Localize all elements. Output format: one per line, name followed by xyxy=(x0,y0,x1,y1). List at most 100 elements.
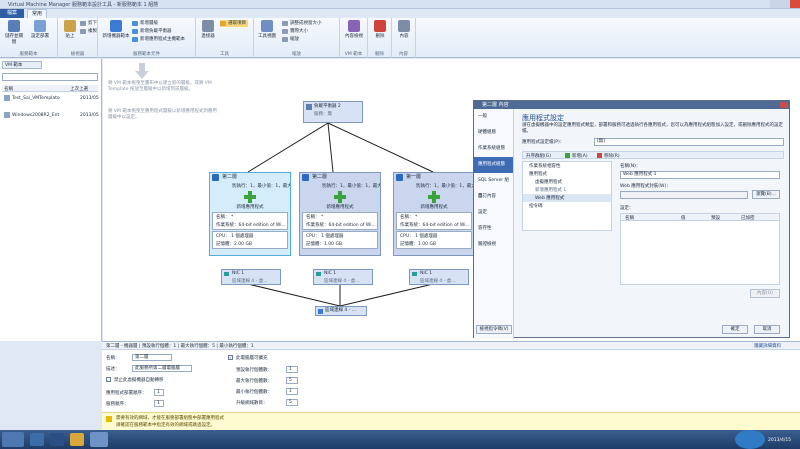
close-icon[interactable] xyxy=(790,0,800,8)
new-app-host-button[interactable]: 新增應用程式主機範本 xyxy=(132,36,185,43)
start-button[interactable] xyxy=(2,432,24,447)
nav-os[interactable]: 作業系統組態 xyxy=(474,141,513,157)
tier-node[interactable]: 第二層 別執行：1，最小值：1，最大值 新增應用程式 名稱： * 作業系統：64… xyxy=(209,172,291,256)
clock: 2013/4/15 xyxy=(768,438,792,443)
tier-node[interactable]: 第一層 別執行：1，最小值：1，最大值 新增應用程式 名稱： * 作業系統：64… xyxy=(393,172,475,256)
app-deploy-order-input[interactable]: 1 xyxy=(154,389,164,396)
hw-info: CPU： 1 個處理器 記憶體：1.00 GB xyxy=(396,231,472,249)
fit-window-button[interactable]: 調整成視窗大小 xyxy=(282,20,322,27)
zoom-dropdown[interactable]: 縮放 xyxy=(282,36,299,43)
dialog-close-icon[interactable] xyxy=(780,102,788,108)
tree-item[interactable]: 作業系統相容性 xyxy=(523,162,611,170)
nav-settings[interactable]: 設定 xyxy=(474,205,513,221)
dialog-title: 第二層 內容 xyxy=(474,101,789,109)
vm-props-button[interactable]: 內容檢視 xyxy=(344,20,364,48)
actual-size-button[interactable]: 實際大小 xyxy=(282,28,308,35)
powershell-icon[interactable] xyxy=(50,433,64,446)
nav-app[interactable]: 應用程式組態 xyxy=(474,157,513,173)
warning-bar: 需要有效的網域，才能在服務部署組態中部署應用程式 請確認在服務範本中指定有效的網… xyxy=(102,412,800,430)
explorer-icon[interactable] xyxy=(70,433,84,446)
minimize-icon[interactable] xyxy=(770,0,780,8)
group-properties: 內容 內容 xyxy=(392,18,416,58)
search-input[interactable] xyxy=(2,73,98,81)
upgrade-group-button[interactable]: 升序群組(G) xyxy=(526,153,551,159)
maximize-icon[interactable] xyxy=(780,0,790,8)
paste-icon xyxy=(64,20,76,32)
max-instances-input[interactable]: 5 xyxy=(286,377,298,384)
tree-item[interactable]: 虛擬應用程式 xyxy=(523,178,611,186)
tier-name-input[interactable]: 第二層 xyxy=(132,354,172,361)
cut-button[interactable]: 剪下 xyxy=(80,20,97,27)
nav-validation[interactable]: 驗證檢視 xyxy=(474,237,513,253)
min-instances-input[interactable]: 1 xyxy=(286,388,298,395)
hide-details-link[interactable]: 隱藏詳細資料 xyxy=(754,343,781,349)
group-vm: 內容檢視 VM 範本 xyxy=(340,18,368,58)
browse-button[interactable]: 瀏覽(B)... xyxy=(752,190,780,199)
brand-logo xyxy=(735,430,765,449)
tab-file[interactable]: 檔案 xyxy=(0,9,24,18)
add-app-icon[interactable] xyxy=(428,191,440,203)
ok-button[interactable]: 確定 xyxy=(722,325,748,334)
view-tools-button[interactable]: 工具視圖 xyxy=(256,20,278,48)
app-profile-select[interactable]: [無] xyxy=(594,138,784,146)
nic-node[interactable]: NIC 1 區域連線 4 - 虛... xyxy=(221,269,281,285)
nav-general[interactable]: 一般 xyxy=(474,109,513,125)
tree-item[interactable]: 指令碼 xyxy=(523,202,611,210)
tier-icon xyxy=(302,174,309,181)
properties-icon xyxy=(398,20,410,32)
nic-node[interactable]: NIC 1 區域連線 4 - 虛... xyxy=(409,269,469,285)
select-item-button[interactable]: 選取項目 xyxy=(220,20,248,27)
add-button[interactable]: 新增(A) xyxy=(572,153,588,159)
dialog-heading: 應用程式設定 xyxy=(522,114,564,122)
warning-icon xyxy=(106,416,112,422)
dialog-nav: 一般 硬體組態 作業系統組態 應用程式組態 SQL Server 組態 自訂內容… xyxy=(474,109,514,339)
tier-node[interactable]: 第二層 別執行：1，最小值：1，最大值 新增應用程式 名稱： * 作業系統：64… xyxy=(299,172,381,256)
panel-tab[interactable]: VM 範本 xyxy=(2,61,42,69)
list-item[interactable]: Test_Sai_VMTemplate 2013/05 xyxy=(2,94,99,103)
settings-grid[interactable]: 名稱 值 預設 已加密 xyxy=(620,213,780,285)
tree-item[interactable]: 應用程式 xyxy=(523,170,611,178)
nav-custom[interactable]: 自訂內容 xyxy=(474,189,513,205)
tab-home[interactable]: 常用 xyxy=(27,9,47,18)
service-order-input[interactable]: 1 xyxy=(154,400,164,407)
group-delete: 刪除 刪除 xyxy=(368,18,392,58)
add-app-icon[interactable] xyxy=(334,191,346,203)
network-node[interactable]: 區域連線 4 - ... xyxy=(315,306,367,316)
tree-item[interactable]: 新增應用程式 1 xyxy=(523,186,611,194)
cancel-button[interactable]: 取消 xyxy=(754,325,780,334)
new-tier-button[interactable]: 新增層級 xyxy=(132,20,158,27)
server-manager-icon[interactable] xyxy=(30,433,44,446)
copy-button[interactable]: 複製 xyxy=(80,28,97,35)
new-load-balancer-button[interactable]: 新增負載平衡器 xyxy=(132,28,172,35)
list-item[interactable]: Windows2008R2_Ent 2013/05 xyxy=(2,111,99,120)
remove-button[interactable]: 移除(R) xyxy=(604,153,620,159)
view-script-button[interactable]: 檢視指令碼(V) xyxy=(476,325,512,334)
delete-button[interactable]: 刪除 xyxy=(370,20,390,48)
web-package-input[interactable] xyxy=(620,191,748,199)
vm-info: 名稱： * 作業系統：64-bit edition of Wi... xyxy=(396,212,472,230)
tier-description-input[interactable]: 此服務所第二層電腦層 xyxy=(132,365,192,372)
new-vm-template-button[interactable]: 新增機器範本 xyxy=(102,20,130,48)
vmm-icon[interactable] xyxy=(90,432,108,447)
paste-button[interactable]: 貼上 xyxy=(60,20,80,48)
set-config-button[interactable]: 設定部署 xyxy=(30,20,50,48)
add-app-icon[interactable] xyxy=(244,191,256,203)
upgrade-domain-input[interactable]: 5 xyxy=(286,399,298,406)
default-instances-input[interactable]: 1 xyxy=(286,366,298,373)
save-close-button[interactable]: 儲存並關閉 xyxy=(4,20,24,48)
nav-sql[interactable]: SQL Server 組態 xyxy=(474,173,513,199)
network-icon xyxy=(318,309,323,314)
prevent-migrate-checkbox[interactable] xyxy=(106,377,111,382)
connector-button[interactable]: 連接器 xyxy=(198,20,218,48)
cut-icon xyxy=(80,21,86,26)
properties-button[interactable]: 內容 xyxy=(394,20,414,48)
nav-availability[interactable]: 容存性 xyxy=(474,221,513,237)
app-name-input[interactable]: Web 應用程式 1 xyxy=(620,171,780,179)
nic-node[interactable]: NIC 1 區域連線 4 - 虛... xyxy=(313,269,373,285)
nav-hardware[interactable]: 硬體組態 xyxy=(474,125,513,141)
properties-button[interactable]: 內容(O) xyxy=(750,289,780,298)
load-balancer-node[interactable]: 負載平衡器 2 服務：無 xyxy=(303,101,363,123)
grid-header: 名稱 值 預設 已加密 xyxy=(621,214,779,221)
scalable-checkbox[interactable]: ✓ xyxy=(228,355,233,360)
tree-item-selected[interactable]: Web 應用程式 xyxy=(523,194,611,202)
